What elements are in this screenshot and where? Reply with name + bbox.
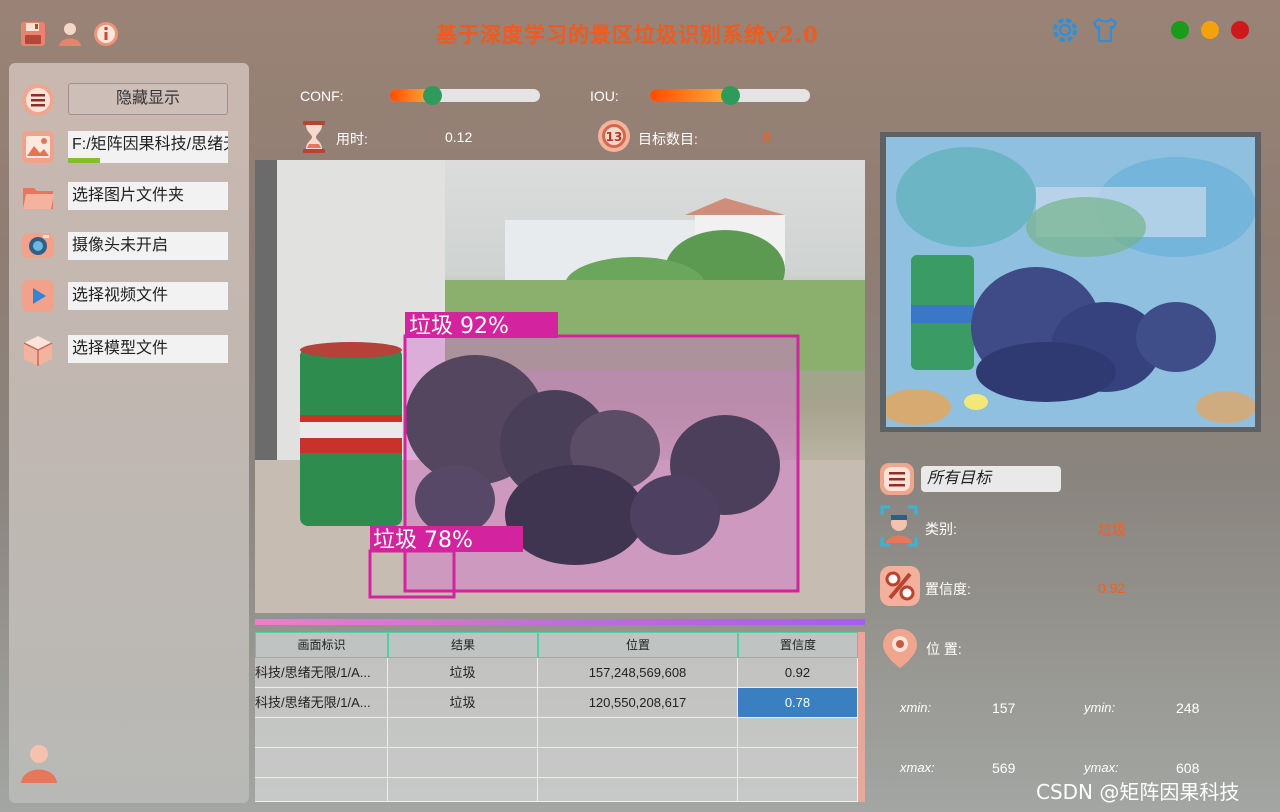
cell-confidence[interactable]: 0.92 [738,658,858,688]
heatmap-image [880,132,1261,432]
conf-label: CONF: [300,88,344,104]
class-value: 垃圾 [1098,522,1126,538]
select-video-button[interactable]: 选择视频文件 [68,282,228,310]
cell-source[interactable]: 科技/思绪无限/1/A... [255,688,388,718]
confidence-value: 0.92 [1098,580,1126,596]
xmin-label: xmin: [900,700,932,715]
empty-cell[interactable] [538,718,738,748]
cell-confidence-selected[interactable]: 0.78 [738,688,858,718]
time-value: 0.12 [445,129,473,145]
time-label: 用时: [336,131,368,147]
target-list-icon[interactable] [880,463,914,495]
model-cube-icon[interactable] [21,334,55,368]
tshirt-skin-icon[interactable] [1090,15,1118,43]
ymin-value: 248 [1176,700,1200,716]
location-pin-icon [880,627,920,669]
save-icon[interactable] [19,20,47,48]
ymin-label: ymin: [1084,700,1116,715]
empty-cell[interactable] [255,778,388,802]
cell-position[interactable]: 120,550,208,617 [538,688,738,718]
col-header-source[interactable]: 画面标识 [255,632,388,658]
window-maximize-button[interactable] [1171,21,1189,39]
empty-cell[interactable] [388,718,538,748]
empty-cell[interactable] [538,778,738,802]
confidence-label: 置信度: [925,581,971,597]
xmax-label: xmax: [900,760,935,775]
empty-cell[interactable] [388,748,538,778]
empty-cell[interactable] [388,778,538,802]
cell-result[interactable]: 垃圾 [388,688,538,718]
detection-label-1: 垃圾 92% [409,314,509,339]
camera-button[interactable]: 摄像头未开启 [68,232,228,260]
target-count-value: 8 [763,129,771,145]
class-label: 类别: [925,521,957,537]
select-image-folder-button[interactable]: 选择图片文件夹 [68,182,228,210]
iou-label: IOU: [590,88,619,104]
settings-gear-icon[interactable] [1050,15,1078,43]
percent-icon [880,566,920,606]
cell-result[interactable]: 垃圾 [388,658,538,688]
app-title: 基于深度学习的景区垃圾识别系统v2.0 [436,22,819,47]
scene-illustration: 垃圾 92% 垃圾 78% [255,160,865,613]
detection-label-2: 垃圾 78% [373,528,473,553]
sidebar: 隐藏显示 F:/矩阵因果科技/思绪无 选择图片文件夹 摄像头未开启 选择视频文件… [9,63,249,803]
cell-source[interactable]: 科技/思绪无限/1/A... [255,658,388,688]
ymax-label: ymax: [1084,760,1119,775]
svg-text:13: 13 [606,130,623,144]
camera-icon[interactable] [21,228,55,262]
select-model-button[interactable]: 选择模型文件 [68,335,228,363]
heatmap-illustration [886,137,1255,427]
iou-slider-fill [650,89,732,102]
conf-slider-handle[interactable] [423,86,442,105]
conf-slider[interactable] [390,86,540,105]
empty-cell[interactable] [255,718,388,748]
empty-cell[interactable] [255,748,388,778]
window-close-button[interactable] [1231,21,1249,39]
table-scrollbar[interactable] [858,632,865,802]
account-icon[interactable] [17,741,61,785]
info-icon[interactable] [92,20,120,48]
empty-cell[interactable] [738,718,858,748]
video-play-icon[interactable] [21,279,55,313]
empty-cell[interactable] [538,748,738,778]
detection-image: 垃圾 92% 垃圾 78% [255,160,865,613]
image-load-progress [68,158,100,163]
image-file-icon[interactable] [21,130,55,164]
target-count-icon: 13 [597,119,631,153]
toggle-display-button[interactable]: 隐藏显示 [68,83,228,115]
xmin-value: 157 [992,700,1016,716]
window-minimize-button[interactable] [1201,21,1219,39]
process-progress-bar [255,619,865,625]
target-select-dropdown[interactable]: 所有目标 [921,466,1061,492]
empty-cell[interactable] [738,778,858,802]
col-header-position[interactable]: 位置 [538,632,738,658]
results-table[interactable]: 画面标识 结果 位置 置信度 科技/思绪无限/1/A... 垃圾 157,248… [255,632,858,802]
target-count-label: 目标数目: [638,131,698,147]
xmax-value: 569 [992,760,1016,776]
face-scan-icon [880,505,918,547]
ymax-value: 608 [1176,760,1200,776]
watermark-text: CSDN @矩阵因果科技 [1036,780,1240,804]
menu-icon[interactable] [21,83,55,117]
folder-icon[interactable] [21,180,55,214]
empty-cell[interactable] [738,748,858,778]
iou-slider[interactable] [650,86,810,105]
col-header-result[interactable]: 结果 [388,632,538,658]
hourglass-icon [300,120,328,154]
position-label: 位 置: [926,641,962,657]
image-path-text: F:/矩阵因果科技/思绪无 [72,136,228,153]
cell-position[interactable]: 157,248,569,608 [538,658,738,688]
iou-slider-handle[interactable] [721,86,740,105]
user-icon[interactable] [56,20,84,48]
col-header-confidence[interactable]: 置信度 [738,632,858,658]
image-path-field[interactable]: F:/矩阵因果科技/思绪无 [68,131,228,163]
